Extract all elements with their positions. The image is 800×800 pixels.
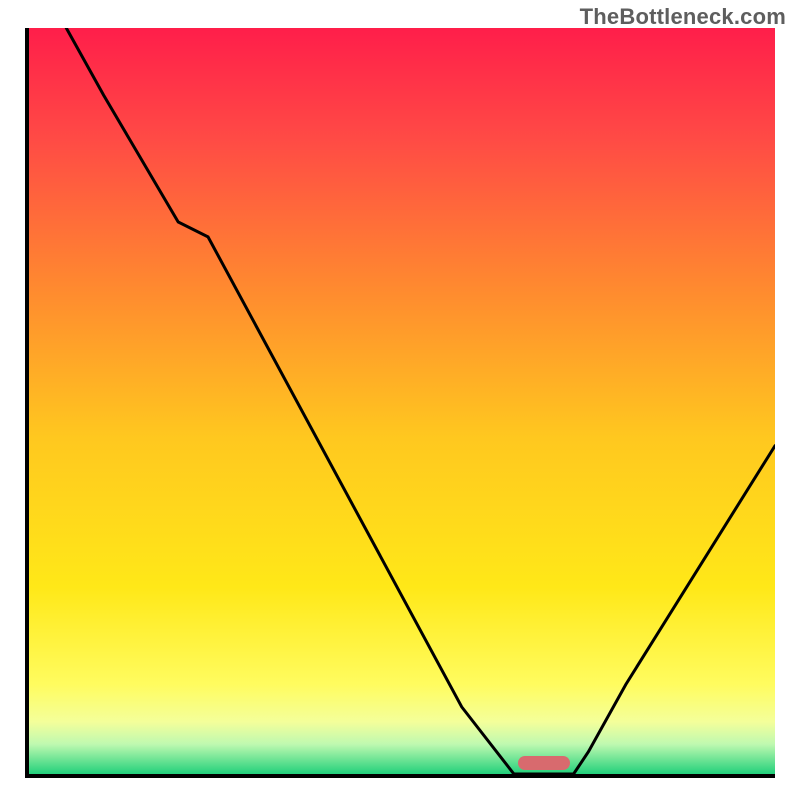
plot-area [25,28,775,778]
chart-viewport: TheBottleneck.com [0,0,800,800]
watermark-text: TheBottleneck.com [580,4,786,30]
optimal-marker [518,756,570,770]
bottleneck-curve [29,28,775,774]
